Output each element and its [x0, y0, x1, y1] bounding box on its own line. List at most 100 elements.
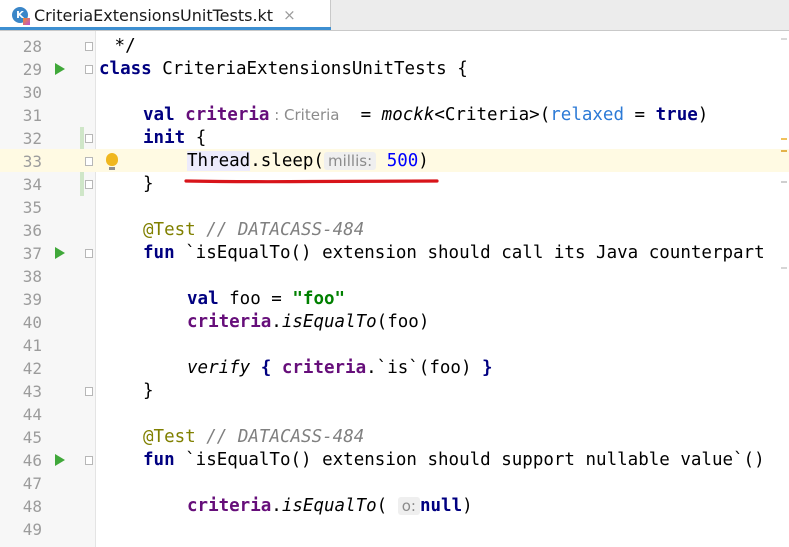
- code-line[interactable]: 36 @Test // DATACASS-484: [0, 219, 789, 242]
- code-token: =: [339, 105, 382, 125]
- code-text[interactable]: class CriteriaExtensionsUnitTests {: [99, 58, 468, 81]
- code-line[interactable]: 47: [0, 472, 789, 495]
- code-token: CriteriaExtensionsUnitTests {: [151, 59, 468, 79]
- code-text[interactable]: }: [143, 173, 154, 196]
- code-token: .: [271, 496, 282, 516]
- code-text[interactable]: criteria.isEqualTo( o: null): [187, 495, 473, 518]
- code-text[interactable]: fun `isEqualTo() extension should suppor…: [143, 449, 765, 472]
- code-token: foo =: [218, 289, 293, 309]
- code-line[interactable]: 38: [0, 265, 789, 288]
- line-number: 35: [22, 198, 42, 217]
- code-line[interactable]: 32 init {: [0, 127, 789, 150]
- code-line[interactable]: 34}: [0, 173, 789, 196]
- line-number: 43: [22, 382, 42, 401]
- code-text[interactable]: val criteria : Criteria = mockk<Criteria…: [143, 104, 708, 127]
- line-number: 45: [22, 428, 42, 447]
- code-line[interactable]: 35: [0, 196, 789, 219]
- code-text[interactable]: Thread.sleep(millis: 500): [187, 150, 429, 173]
- close-icon[interactable]: ×: [283, 6, 296, 24]
- line-number: 38: [22, 267, 42, 286]
- code-line[interactable]: 49: [0, 518, 789, 541]
- line-number: 28: [22, 37, 42, 56]
- code-text[interactable]: fun `isEqualTo() extension should call i…: [143, 242, 765, 265]
- run-gutter-icon[interactable]: [55, 454, 65, 466]
- type-hint: : Criteria: [269, 106, 340, 124]
- code-line[interactable]: 43}: [0, 380, 789, 403]
- code-line[interactable]: 37 fun `isEqualTo() extension should call…: [0, 242, 789, 265]
- line-number: 46: [22, 451, 42, 470]
- code-line[interactable]: 29 class CriteriaExtensionsUnitTests {: [0, 58, 789, 81]
- code-text[interactable]: val foo = "foo": [187, 288, 345, 311]
- keyword: fun: [143, 450, 175, 470]
- code-line[interactable]: 48 criteria.isEqualTo( o: null): [0, 495, 789, 518]
- annotation: @Test: [143, 220, 196, 240]
- code-token: .sleep(: [250, 151, 324, 171]
- fold-icon[interactable]: [85, 65, 93, 74]
- code-token: ): [418, 151, 429, 171]
- code-line[interactable]: 44: [0, 403, 789, 426]
- intention-bulb-icon[interactable]: [106, 153, 118, 170]
- comment: // DATACASS-484: [195, 427, 365, 447]
- number-literal: 500: [386, 151, 419, 171]
- code-line[interactable]: 41: [0, 334, 789, 357]
- code-token: ): [697, 105, 709, 125]
- line-number: 31: [22, 106, 42, 125]
- code-text[interactable]: @Test // DATACASS-484: [143, 426, 364, 449]
- code-token: }: [143, 381, 154, 401]
- code-line[interactable]: 33 Thread.sleep(millis: 500): [0, 150, 789, 173]
- code-token: */: [104, 36, 136, 56]
- fold-icon[interactable]: [85, 42, 93, 51]
- parameter-hint: o:: [397, 497, 420, 515]
- code-token: `isEqualTo() extension should support nu…: [174, 450, 765, 470]
- fold-icon[interactable]: [85, 157, 93, 166]
- line-number: 30: [22, 83, 42, 102]
- fold-icon[interactable]: [85, 134, 93, 143]
- code-line[interactable]: 31 val criteria : Criteria = mockk<Criter…: [0, 104, 789, 127]
- line-number: 32: [22, 129, 42, 148]
- named-argument: relaxed: [550, 105, 625, 125]
- editor-tab-bar: K CriteriaExtensionsUnitTests.kt ×: [0, 0, 789, 31]
- tab-filename: CriteriaExtensionsUnitTests.kt: [34, 5, 274, 25]
- run-gutter-icon[interactable]: [55, 247, 65, 259]
- code-text[interactable]: }: [143, 380, 154, 403]
- code-token: (: [376, 496, 398, 516]
- line-number: 37: [22, 244, 42, 263]
- keyword: null: [419, 496, 463, 516]
- code-line[interactable]: 45 @Test // DATACASS-484: [0, 426, 789, 449]
- keyword: val: [187, 289, 219, 309]
- line-number: 47: [22, 474, 42, 493]
- string-literal: "foo": [292, 289, 346, 309]
- code-line[interactable]: 42 verify { criteria.`is`(foo) }: [0, 357, 789, 380]
- line-number: 29: [22, 60, 42, 79]
- fold-icon[interactable]: [85, 387, 93, 396]
- fold-icon[interactable]: [85, 249, 93, 258]
- line-number: 33: [22, 152, 42, 171]
- fold-icon[interactable]: [85, 180, 93, 189]
- line-number: 49: [22, 520, 42, 539]
- run-gutter-icon[interactable]: [55, 63, 65, 75]
- function-call: isEqualTo: [281, 496, 377, 516]
- code-token: .: [271, 312, 282, 332]
- code-text[interactable]: criteria.isEqualTo(foo): [187, 311, 429, 334]
- line-number: 36: [22, 221, 42, 240]
- line-number: 44: [22, 405, 42, 424]
- code-text[interactable]: verify { criteria.`is`(foo) }: [187, 357, 493, 380]
- code-line[interactable]: 28 */: [0, 35, 789, 58]
- code-line[interactable]: 30: [0, 81, 789, 104]
- keyword: init: [143, 128, 186, 148]
- kotlin-file-icon: K: [12, 7, 30, 25]
- function-call: mockk: [381, 105, 435, 125]
- code-text[interactable]: init {: [143, 127, 206, 150]
- line-number: 42: [22, 359, 42, 378]
- fold-icon[interactable]: [85, 456, 93, 465]
- code-text[interactable]: @Test // DATACASS-484: [143, 219, 364, 242]
- keyword: true: [655, 105, 698, 125]
- code-line[interactable]: 46 fun `isEqualTo() extension should supp…: [0, 449, 789, 472]
- code-line[interactable]: 39 val foo = "foo": [0, 288, 789, 311]
- editor-tab[interactable]: K CriteriaExtensionsUnitTests.kt ×: [0, 0, 331, 30]
- comment: // DATACASS-484: [195, 220, 365, 240]
- code-token: <Criteria>(: [434, 105, 551, 125]
- code-text[interactable]: */: [104, 35, 136, 58]
- code-line[interactable]: 40 criteria.isEqualTo(foo): [0, 311, 789, 334]
